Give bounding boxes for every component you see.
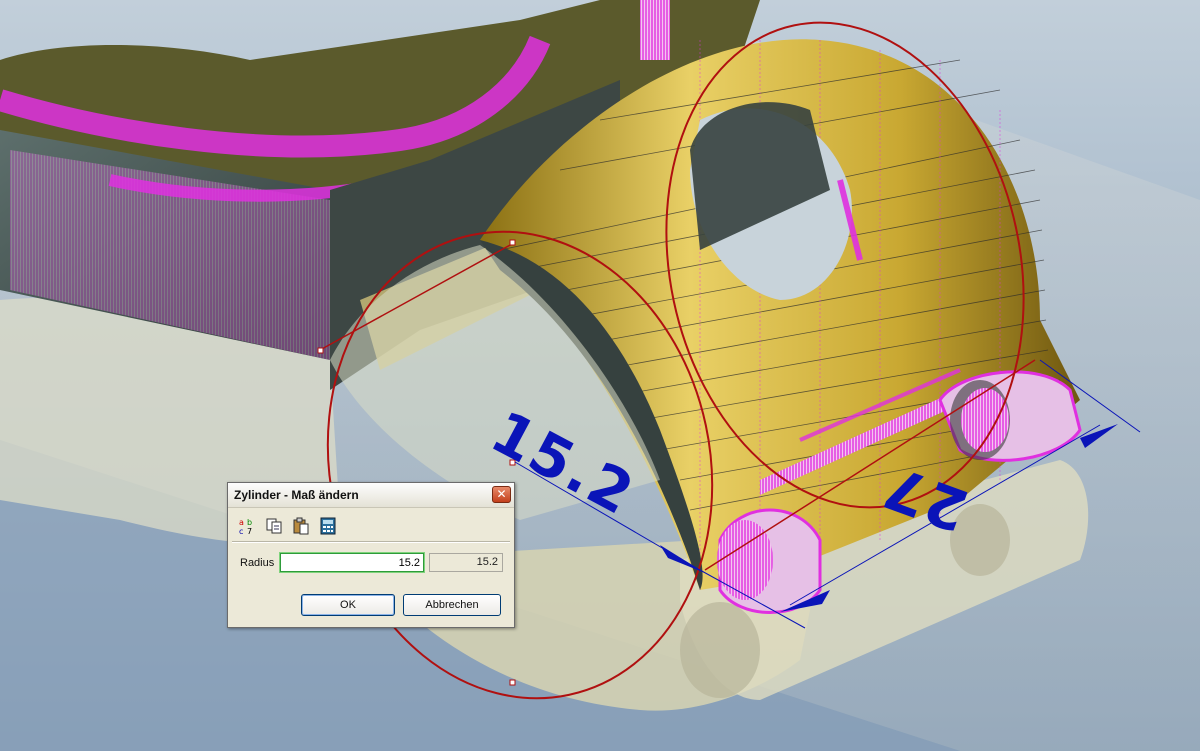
svg-text:7: 7 <box>247 527 252 535</box>
cad-model-render <box>0 0 1200 751</box>
dialog-toolbar: a b c 7 <box>235 514 339 538</box>
close-icon: ✕ <box>496 487 507 501</box>
copy-button[interactable] <box>262 514 285 537</box>
paste-button[interactable] <box>289 514 312 537</box>
svg-text:a: a <box>239 518 244 527</box>
copy-icon <box>266 518 281 533</box>
dialog-title: Zylinder - Maß ändern <box>234 488 359 502</box>
abc-icon: a b c 7 <box>239 518 252 535</box>
ok-button[interactable]: OK <box>301 594 395 616</box>
radius-previous-value: 15.2 <box>429 553 503 572</box>
cad-viewport[interactable]: 15.2 27 <box>0 0 1200 751</box>
svg-text:c: c <box>239 527 243 535</box>
change-dimension-dialog: Zylinder - Maß ändern ✕ a b c 7 Radius 1… <box>227 482 515 628</box>
dialog-titlebar[interactable]: Zylinder - Maß ändern ✕ <box>228 483 514 508</box>
cancel-button[interactable]: Abbrechen <box>403 594 501 616</box>
svg-text:b: b <box>247 518 252 527</box>
abc-button[interactable]: a b c 7 <box>235 514 258 537</box>
paste-icon <box>293 517 308 534</box>
radius-input[interactable] <box>279 552 425 573</box>
calculator-button[interactable] <box>316 514 339 537</box>
calculator-icon <box>320 517 335 534</box>
radius-label: Radius <box>240 557 275 569</box>
close-button[interactable]: ✕ <box>492 486 511 503</box>
toolbar-separator <box>232 541 510 543</box>
